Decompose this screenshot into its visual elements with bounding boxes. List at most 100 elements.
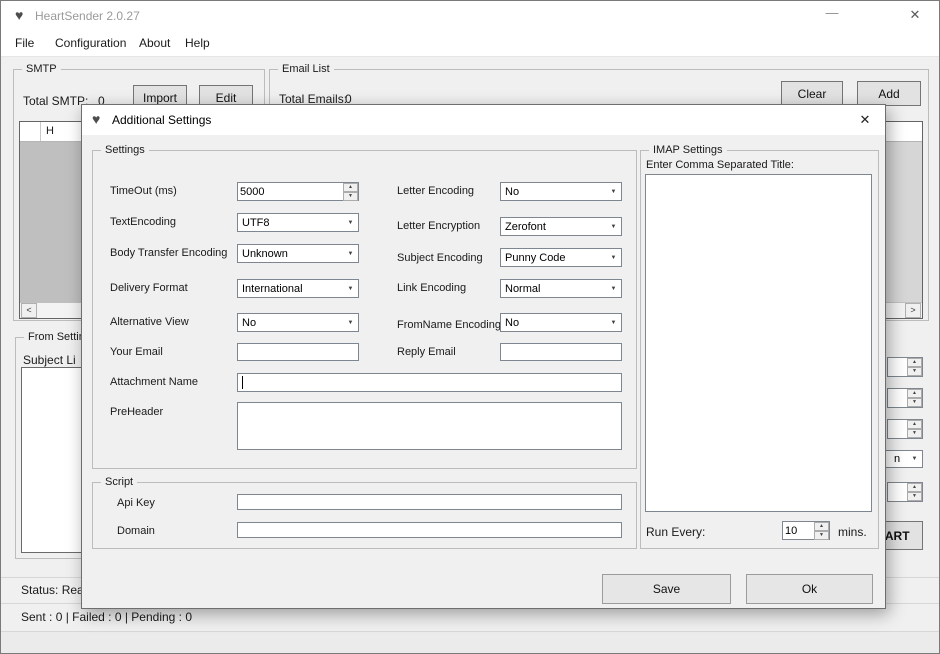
- imap-hint-label: Enter Comma Separated Title:: [646, 159, 794, 171]
- close-button[interactable]: ✕: [903, 7, 927, 23]
- fromname-encoding-select[interactable]: No ▼: [500, 313, 622, 332]
- script-group: Script: [92, 482, 637, 549]
- dropdown-arrow-icon: ▼: [343, 320, 358, 326]
- imap-titles-textarea[interactable]: [645, 174, 872, 512]
- ok-button[interactable]: Ok: [746, 574, 873, 604]
- clear-button[interactable]: Clear: [781, 81, 843, 106]
- subject-encoding-select[interactable]: Punny Code ▼: [500, 248, 622, 267]
- delivery-format-label: Delivery Format: [110, 282, 188, 294]
- app-title: HeartSender 2.0.27: [35, 9, 140, 23]
- letter-encryption-label: Letter Encryption: [397, 220, 480, 232]
- titlebar: ♥ HeartSender 2.0.27 — ✕: [1, 1, 939, 31]
- subject-list-label: Subject Li: [23, 353, 76, 367]
- reply-email-label: Reply Email: [397, 346, 456, 358]
- delivery-format-value: International: [242, 283, 343, 295]
- minimize-button[interactable]: —: [820, 5, 844, 20]
- spin-up-icon[interactable]: ▲: [907, 389, 922, 398]
- your-email-input[interactable]: [237, 343, 359, 361]
- dropdown-arrow-icon: ▼: [343, 251, 358, 257]
- body-transfer-encoding-value: Unknown: [242, 248, 343, 260]
- dialog-titlebar: ♥ Additional Settings ✕: [82, 105, 885, 135]
- spin-down-icon[interactable]: ▼: [814, 531, 829, 540]
- delivery-format-select[interactable]: International ▼: [237, 279, 359, 298]
- attachment-name-label: Attachment Name: [110, 376, 198, 388]
- menu-configuration[interactable]: Configuration: [55, 36, 126, 50]
- dialog-title: Additional Settings: [112, 113, 211, 127]
- text-caret: [242, 376, 243, 389]
- menu-file[interactable]: File: [15, 36, 34, 50]
- menu-about[interactable]: About: [139, 36, 170, 50]
- from-settings-group-label: From Settin: [24, 330, 89, 344]
- spin-up-icon[interactable]: ▲: [343, 183, 358, 192]
- textencoding-value: UTF8: [242, 217, 343, 229]
- spin-down-icon[interactable]: ▼: [907, 492, 922, 501]
- hidden-updown-control-4[interactable]: ▲ ▼: [887, 482, 923, 502]
- preheader-textarea[interactable]: [237, 402, 622, 450]
- menu-help[interactable]: Help: [185, 36, 210, 50]
- run-every-spinner[interactable]: ▲ ▼: [782, 521, 830, 540]
- scroll-left-icon[interactable]: <: [21, 303, 37, 318]
- dialog-close-icon[interactable]: ✕: [855, 112, 875, 128]
- app-window: ♥ HeartSender 2.0.27 — ✕ File Configurat…: [0, 0, 940, 654]
- dropdown-arrow-icon: ▼: [343, 286, 358, 292]
- hidden-updown-control-3[interactable]: ▲ ▼: [887, 419, 923, 439]
- spin-up-icon[interactable]: ▲: [907, 483, 922, 492]
- reply-email-input[interactable]: [500, 343, 622, 361]
- dropdown-arrow-icon: ▼: [606, 224, 621, 230]
- textencoding-label: TextEncoding: [110, 216, 176, 228]
- fromname-encoding-value: No: [505, 317, 606, 329]
- timeout-spinner[interactable]: ▲ ▼: [237, 182, 359, 201]
- smtp-group-label: SMTP: [22, 62, 61, 76]
- imap-settings-group-label: IMAP Settings: [649, 143, 727, 157]
- spin-down-icon[interactable]: ▼: [907, 398, 922, 407]
- spin-down-icon[interactable]: ▼: [907, 429, 922, 438]
- subject-encoding-value: Punny Code: [505, 252, 606, 264]
- textencoding-select[interactable]: UTF8 ▼: [237, 213, 359, 232]
- bottom-strip: [1, 632, 939, 654]
- alternative-view-select[interactable]: No ▼: [237, 313, 359, 332]
- link-encoding-select[interactable]: Normal ▼: [500, 279, 622, 298]
- body-transfer-encoding-select[interactable]: Unknown ▼: [237, 244, 359, 263]
- fromname-encoding-label: FromName Encoding: [397, 319, 501, 331]
- alternative-view-label: Alternative View: [110, 316, 189, 328]
- menu-bar: File Configuration About Help: [1, 31, 939, 57]
- spin-up-icon[interactable]: ▲: [907, 420, 922, 429]
- run-every-input[interactable]: [783, 522, 814, 539]
- hidden-updown-control-1[interactable]: ▲ ▼: [887, 357, 923, 377]
- spin-down-icon[interactable]: ▼: [907, 367, 922, 376]
- spin-up-icon[interactable]: ▲: [907, 358, 922, 367]
- save-button[interactable]: Save: [602, 574, 731, 604]
- dropdown-arrow-icon: ▼: [606, 255, 621, 261]
- dropdown-arrow-icon: ▼: [606, 189, 621, 195]
- domain-input[interactable]: [237, 522, 622, 538]
- status-line: Status: Rea: [21, 583, 84, 597]
- additional-settings-dialog: ♥ Additional Settings ✕ Settings TimeOut…: [81, 104, 886, 609]
- spin-up-icon[interactable]: ▲: [814, 522, 829, 531]
- add-button[interactable]: Add: [857, 81, 921, 106]
- dropdown-arrow-icon: ▼: [907, 456, 922, 462]
- dropdown-arrow-icon: ▼: [606, 286, 621, 292]
- settings-group-label: Settings: [101, 143, 149, 157]
- letter-encoding-value: No: [505, 186, 606, 198]
- counters-line: Sent : 0 | Failed : 0 | Pending : 0: [21, 610, 192, 624]
- grid-column-header[interactable]: H: [46, 125, 54, 137]
- email-list-group-label: Email List: [278, 62, 334, 76]
- run-every-label: Run Every:: [646, 525, 705, 539]
- letter-encryption-select[interactable]: Zerofont ▼: [500, 217, 622, 236]
- domain-label: Domain: [117, 525, 155, 537]
- hidden-updown-control-2[interactable]: ▲ ▼: [887, 388, 923, 408]
- letter-encoding-select[interactable]: No ▼: [500, 182, 622, 201]
- api-key-input[interactable]: [237, 494, 622, 510]
- api-key-label: Api Key: [117, 497, 155, 509]
- timeout-input[interactable]: [238, 183, 343, 200]
- spin-down-icon[interactable]: ▼: [343, 192, 358, 201]
- letter-encryption-value: Zerofont: [505, 221, 606, 233]
- dropdown-arrow-icon: ▼: [343, 220, 358, 226]
- total-smtp-label: Total SMTP:: [23, 94, 88, 108]
- attachment-name-input[interactable]: [237, 373, 622, 392]
- subject-encoding-label: Subject Encoding: [397, 252, 483, 264]
- scroll-right-icon[interactable]: >: [905, 303, 921, 318]
- preheader-label: PreHeader: [110, 406, 163, 418]
- timeout-label: TimeOut (ms): [110, 185, 177, 197]
- link-encoding-value: Normal: [505, 283, 606, 295]
